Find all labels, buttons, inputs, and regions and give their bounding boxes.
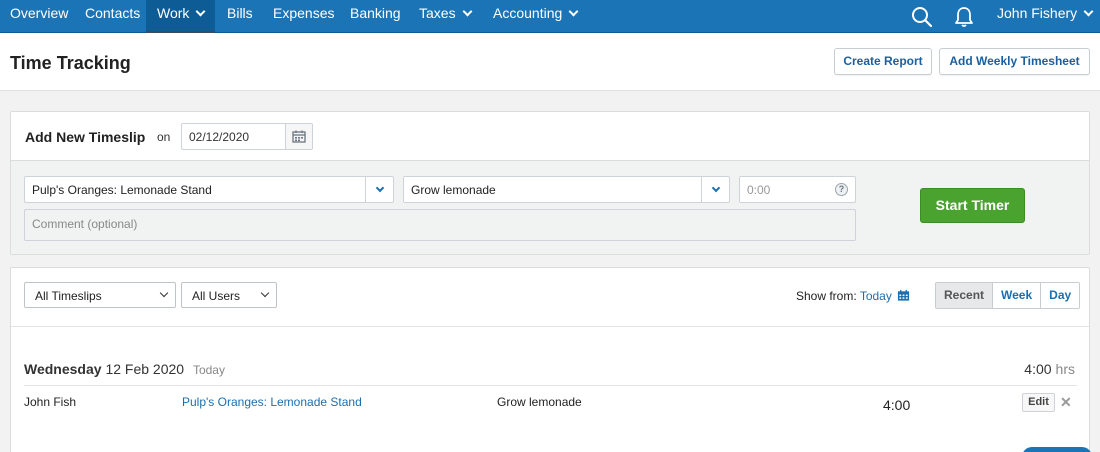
start-timer-button[interactable]: Start Timer (920, 188, 1025, 223)
day-weekday: Wednesday (24, 361, 102, 377)
nav-contacts[interactable]: Contacts (85, 0, 140, 33)
row-project-link[interactable]: Pulp's Oranges: Lemonade Stand (182, 395, 362, 409)
show-from: Show from: Today (796, 289, 910, 303)
bell-icon[interactable] (954, 0, 974, 33)
edit-button[interactable]: Edit (1022, 393, 1055, 412)
top-nav: Overview Contacts Work Bills Expenses Ba… (0, 0, 1100, 33)
calendar-icon[interactable] (285, 124, 312, 149)
day-total: 4:00 hrs (1024, 361, 1075, 377)
timeslips-filter-value: All Timeslips (35, 289, 102, 303)
chevron-down-icon (195, 6, 206, 17)
day-total-value: 4:00 (1024, 361, 1052, 377)
row-task: Grow lemonade (497, 395, 582, 409)
close-icon[interactable]: ✕ (1060, 394, 1072, 411)
nav-work[interactable]: Work (146, 0, 216, 33)
task-value: Grow lemonade (411, 183, 496, 197)
timeslip-form: Pulp's Oranges: Lemonade Stand Grow lemo… (11, 160, 1089, 254)
comment-field[interactable]: Comment (optional) (24, 209, 856, 241)
task-select[interactable]: Grow lemonade (403, 176, 730, 203)
row-user: John Fish (24, 395, 77, 409)
nav-expenses[interactable]: Expenses (273, 0, 334, 33)
nav-taxes[interactable]: Taxes (419, 0, 473, 33)
day-total-unit: hrs (1055, 361, 1075, 377)
view-week-button[interactable]: Week (992, 283, 1041, 308)
nav-overview[interactable]: Overview (10, 0, 68, 33)
comment-placeholder: Comment (optional) (32, 217, 138, 231)
day-date: 12 Feb 2020 (105, 361, 185, 377)
timeslip-on-label: on (157, 130, 171, 144)
search-icon[interactable] (911, 0, 933, 33)
nav-bills-label: Bills (227, 5, 253, 21)
add-timeslip-panel: Add New Timeslip on 02/12/2020 Pulp's Or… (10, 111, 1090, 255)
date-value: 02/12/2020 (189, 130, 250, 144)
nav-work-label: Work (157, 5, 190, 21)
nav-banking-label: Banking (350, 5, 401, 21)
page-title: Time Tracking (10, 53, 131, 73)
users-filter-select[interactable]: All Users (181, 282, 277, 308)
nav-accounting-label: Accounting (493, 5, 563, 21)
timeslip-title: Add New Timeslip (25, 129, 146, 145)
day-heading: Wednesday 12 Feb 2020 Today (24, 361, 225, 377)
project-value: Pulp's Oranges: Lemonade Stand (32, 183, 212, 197)
row-hours: 4:00 (883, 397, 911, 413)
project-select[interactable]: Pulp's Oranges: Lemonade Stand (24, 176, 394, 203)
nav-bills[interactable]: Bills (227, 0, 253, 33)
show-from-today-link[interactable]: Today (860, 289, 892, 303)
nav-contacts-label: Contacts (85, 5, 141, 21)
chevron-down-icon[interactable] (365, 177, 393, 202)
view-day-button[interactable]: Day (1040, 283, 1080, 308)
show-from-label: Show from: (796, 289, 857, 303)
calendar-icon[interactable] (897, 289, 910, 302)
nav-accounting[interactable]: Accounting (493, 0, 579, 33)
help-icon[interactable]: ? (835, 183, 848, 196)
add-weekly-timesheet-button[interactable]: Add Weekly Timesheet (939, 48, 1090, 75)
nav-taxes-label: Taxes (419, 5, 456, 21)
user-menu[interactable]: John Fishery (997, 0, 1094, 33)
nav-banking[interactable]: Banking (350, 0, 401, 33)
chevron-down-icon[interactable] (701, 177, 729, 202)
day-today-tag: Today (192, 363, 225, 377)
chevron-down-icon (462, 6, 473, 17)
date-field[interactable]: 02/12/2020 (181, 123, 313, 150)
timeslips-filter-select[interactable]: All Timeslips (24, 282, 176, 308)
hours-input[interactable]: 0:00 ? (739, 176, 856, 203)
user-name: John Fishery (997, 5, 1078, 21)
divider (11, 326, 1089, 327)
divider (24, 385, 1077, 386)
chevron-down-icon (568, 6, 579, 17)
timeslip-list-panel: All Timeslips All Users Show from: Today… (10, 267, 1090, 452)
floating-action-button[interactable] (1022, 447, 1092, 452)
users-filter-value: All Users (192, 289, 241, 303)
nav-expenses-label: Expenses (273, 5, 335, 21)
chevron-down-icon (1083, 6, 1094, 17)
chevron-down-icon (159, 288, 169, 298)
chevron-down-icon (260, 288, 270, 298)
nav-overview-label: Overview (10, 5, 69, 21)
page-header: Time Tracking Create Report Add Weekly T… (0, 33, 1100, 91)
view-toggle: Recent Week Day (935, 282, 1081, 309)
create-report-button[interactable]: Create Report (834, 48, 932, 75)
view-recent-button[interactable]: Recent (936, 283, 993, 308)
hours-placeholder: 0:00 (747, 183, 771, 197)
